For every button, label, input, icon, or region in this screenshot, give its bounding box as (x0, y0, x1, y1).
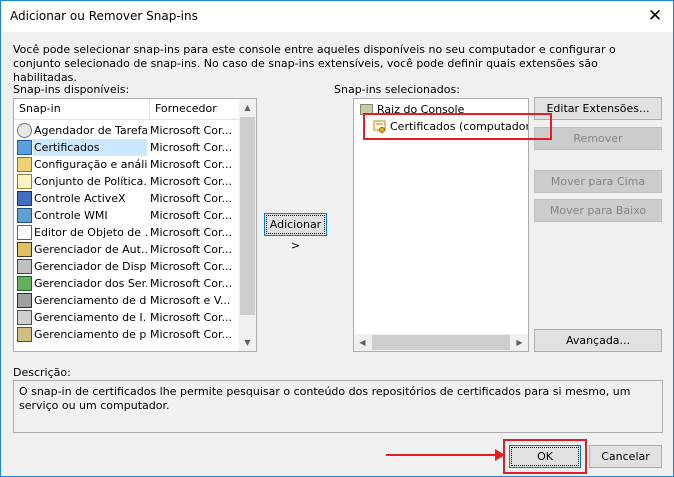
snapin-name: Certificados (33, 139, 147, 156)
edit-extensions-button[interactable]: Editar Extensões... (534, 97, 662, 120)
intro-text: Você pode selecionar snap-ins para este … (13, 43, 616, 84)
snapin-row[interactable]: Gerenciamento de p... Microsoft Cor... (14, 326, 239, 343)
wmi-icon (17, 208, 32, 223)
snapin-vendor: Microsoft Cor... (150, 209, 232, 222)
title-bar[interactable]: Adicionar ou Remover Snap-ins ✕ (1, 1, 673, 32)
certificates-icon (17, 140, 32, 155)
window-title: Adicionar ou Remover Snap-ins (10, 9, 198, 23)
snapin-vendor: Microsoft e V... (150, 294, 231, 307)
move-down-button[interactable]: Mover para Baixo (534, 199, 662, 222)
snapin-name: Gerenciador dos Ser... (34, 277, 147, 290)
snapin-vendor: Microsoft Cor... (150, 226, 232, 239)
column-header-snapin[interactable]: Snap-in (14, 99, 150, 120)
snapin-row[interactable]: Gerenciamento de I... Microsoft Cor... (14, 309, 239, 326)
snapin-vendor: Microsoft Cor... (150, 141, 232, 154)
snapin-row[interactable]: Gerenciador de Disp... Microsoft Cor... (14, 258, 239, 275)
security-config-icon (17, 157, 32, 172)
snapin-row[interactable]: Certificados Microsoft Cor... (14, 139, 239, 156)
move-up-button[interactable]: Mover para Cima (534, 170, 662, 193)
device-manager-icon (17, 259, 32, 274)
cancel-button[interactable]: Cancelar (589, 445, 662, 468)
snapin-vendor: Microsoft Cor... (150, 175, 232, 188)
snapin-name: Controle ActiveX (34, 192, 126, 205)
disk-management-icon (17, 293, 32, 308)
snapin-row[interactable]: Agendador de Tarefas Microsoft Cor... (14, 122, 239, 139)
snapin-vendor: Microsoft Cor... (150, 124, 232, 137)
dialog-window: Adicionar ou Remover Snap-ins ✕ Você pod… (0, 0, 674, 477)
snapin-row[interactable]: Gerenciador de Aut... Microsoft Cor... (14, 241, 239, 258)
snapin-vendor: Microsoft Cor... (150, 328, 232, 341)
scroll-right-icon[interactable]: ▶ (511, 334, 528, 351)
snapin-name: Gerenciador de Disp... (34, 260, 147, 273)
scroll-down-icon[interactable]: ▼ (239, 334, 256, 351)
policy-icon (17, 174, 32, 189)
snapin-row[interactable]: Gerenciamento de di...Microsoft e V... (14, 292, 239, 309)
server-manager-icon (17, 276, 32, 291)
snapin-name: Editor de Objeto de ... (34, 226, 147, 239)
column-header-vendor[interactable]: Fornecedor (150, 99, 240, 120)
description-box: O snap-in de certificados lhe permite pe… (13, 380, 663, 433)
available-vscrollbar[interactable]: ▲ ▼ (239, 99, 256, 351)
scroll-up-icon[interactable]: ▲ (239, 99, 256, 116)
snapin-name: Agendador de Tarefas (34, 124, 147, 137)
activex-icon (17, 191, 32, 206)
available-label: Snap-ins disponíveis: (13, 83, 130, 96)
description-label: Descrição: (13, 366, 71, 379)
snapin-vendor: Microsoft Cor... (150, 277, 232, 290)
snapin-vendor: Microsoft Cor... (150, 311, 232, 324)
snapin-name: Gerenciador de Aut... (34, 243, 147, 256)
snapin-row[interactable]: Editor de Objeto de ... Microsoft Cor... (14, 224, 239, 241)
scroll-left-icon[interactable]: ◀ (354, 334, 371, 351)
close-icon[interactable]: ✕ (637, 1, 673, 32)
snapin-row[interactable]: Conjunto de Política... Microsoft Cor... (14, 173, 239, 190)
snapin-name: Configuração e análi... (34, 158, 147, 171)
snapin-name: Controle WMI (34, 209, 108, 222)
description-text: O snap-in de certificados lhe permite pe… (19, 385, 631, 412)
object-editor-icon (17, 225, 32, 240)
highlight-box-ok (503, 439, 587, 474)
arrow-icon (495, 449, 505, 461)
snapin-vendor: Microsoft Cor... (150, 192, 232, 205)
highlight-box-certificates (363, 113, 552, 140)
arrow-line (386, 454, 498, 456)
snapin-name: Conjunto de Política... (34, 175, 147, 188)
snapin-name: Gerenciamento de di... (34, 294, 147, 307)
auth-manager-icon (17, 242, 32, 257)
management-icon (17, 327, 32, 342)
add-button[interactable]: Adicionar > (264, 213, 327, 252)
snapin-row[interactable]: Controle WMI Microsoft Cor... (14, 207, 239, 224)
snapin-vendor: Microsoft Cor... (150, 260, 232, 273)
snapin-vendor: Microsoft Cor... (150, 243, 232, 256)
available-snapins-list[interactable]: Snap-in Fornecedor Agendador de Tarefas M… (13, 98, 257, 352)
h-scroll-thumb[interactable] (372, 335, 510, 350)
selected-label: Snap-ins selecionados: (334, 83, 460, 96)
snapin-name: Gerenciamento de I... (34, 311, 147, 324)
scroll-thumb[interactable] (240, 117, 255, 315)
snapin-name: Gerenciamento de p... (34, 328, 147, 341)
advanced-button[interactable]: Avançada... (534, 329, 662, 352)
snapin-row[interactable]: Controle ActiveX Microsoft Cor... (14, 190, 239, 207)
selected-hscrollbar[interactable]: ◀ ▶ (354, 334, 528, 351)
snapin-row[interactable]: Configuração e análi... Microsoft Cor... (14, 156, 239, 173)
snapin-row[interactable]: Gerenciador dos Ser... Microsoft Cor... (14, 275, 239, 292)
snapin-vendor: Microsoft Cor... (150, 158, 232, 171)
remove-button[interactable]: Remover (534, 127, 662, 150)
clock-icon (17, 123, 32, 138)
print-management-icon (17, 310, 32, 325)
